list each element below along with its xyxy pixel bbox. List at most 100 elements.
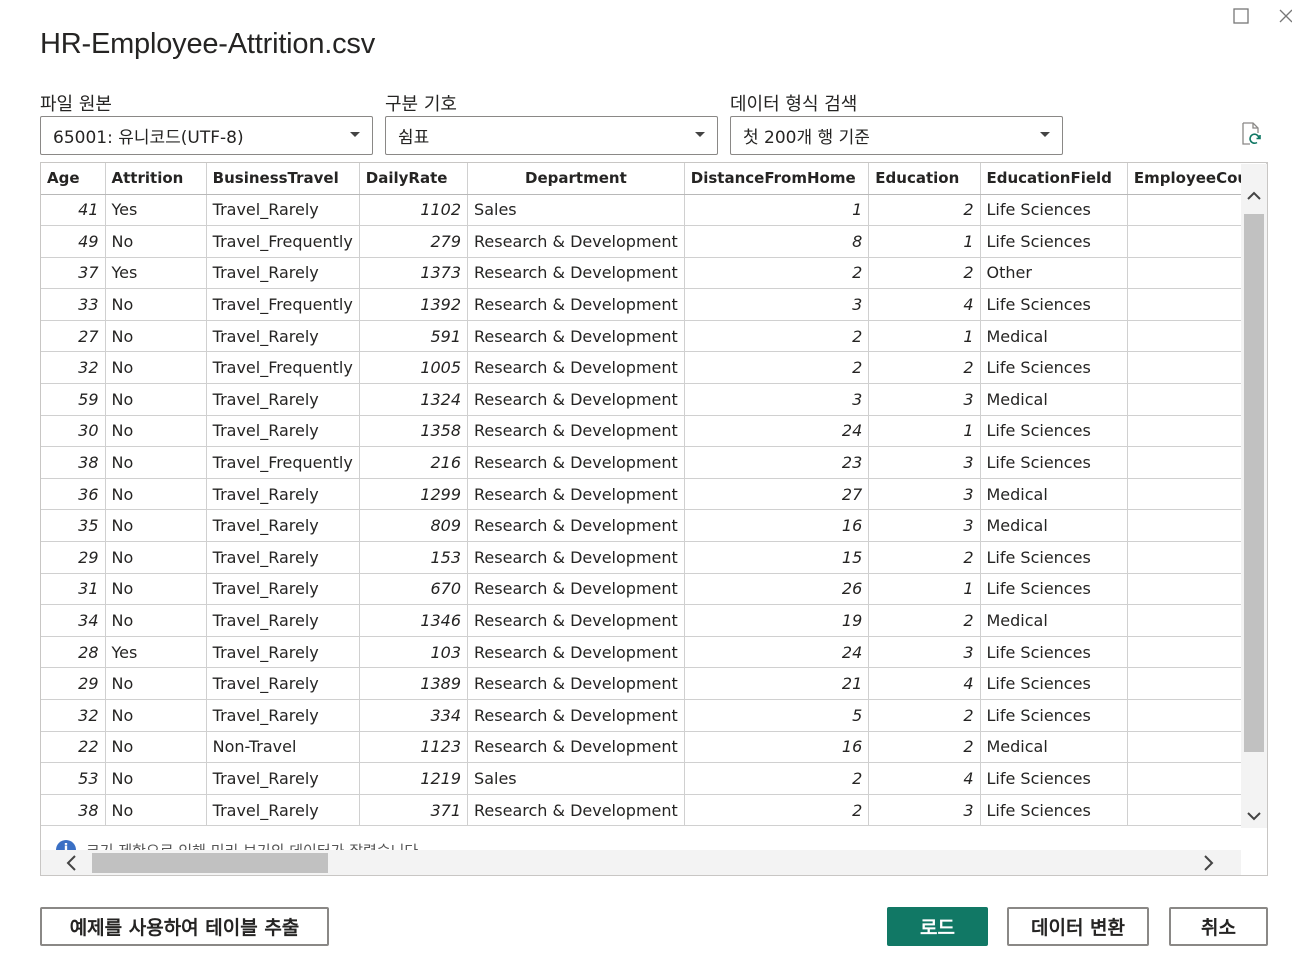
vertical-scrollbar[interactable] — [1241, 164, 1267, 828]
table-cell: Travel_Rarely — [206, 415, 360, 448]
table-row: 35 No Travel_Rarely 809 Research & Developme… — [41, 509, 1267, 543]
table-cell: 22 — [41, 731, 106, 764]
scroll-down-icon[interactable] — [1246, 808, 1262, 824]
type-detection-label: 데이터 형식 검색 — [730, 94, 858, 115]
table-cell: 34 — [41, 604, 106, 637]
table-cell: No — [105, 762, 207, 795]
table-cell: 41 — [41, 194, 106, 227]
table-cell: 2 — [684, 794, 870, 827]
table-cell: No — [105, 573, 207, 606]
table-cell: Travel_Rarely — [206, 667, 360, 700]
table-cell: Research & Development — [467, 288, 685, 321]
table-cell: Research & Development — [467, 415, 685, 448]
file-origin-label: 파일 원본 — [40, 94, 112, 115]
table-cell: Travel_Frequently — [206, 288, 360, 321]
table-cell: 30 — [41, 415, 106, 448]
delimiter-select[interactable]: 쉼표 — [385, 116, 718, 155]
table-cell: Research & Development — [467, 541, 685, 574]
table-cell: Travel_Rarely — [206, 794, 360, 827]
cancel-button[interactable]: 취소 — [1169, 907, 1268, 946]
table-cell: 26 — [684, 573, 870, 606]
table-cell: Research & Development — [467, 383, 685, 416]
table-cell: 1005 — [359, 351, 469, 385]
column-header[interactable]: Age — [41, 163, 106, 195]
column-header[interactable]: Department — [467, 163, 685, 195]
vertical-scroll-thumb[interactable] — [1244, 214, 1264, 752]
table-cell: Travel_Rarely — [206, 699, 360, 732]
table-cell: 1 — [868, 320, 981, 353]
table-cell: 1346 — [359, 604, 469, 637]
table-cell: No — [105, 351, 207, 385]
horizontal-scroll-thumb[interactable] — [92, 853, 328, 873]
table-cell: Life Sciences — [980, 573, 1128, 606]
table-header-row: Age Attrition BusinessTravel DailyRate Depar… — [41, 163, 1267, 195]
table-cell: 5 — [684, 699, 870, 732]
table-cell: Travel_Rarely — [206, 383, 360, 416]
table-cell: 28 — [41, 636, 106, 669]
table-row: 29 No Travel_Rarely 153 Research & Developme… — [41, 541, 1267, 574]
table-cell: Life Sciences — [980, 446, 1128, 479]
table-cell: Travel_Rarely — [206, 604, 360, 637]
table-cell: Medical — [980, 383, 1128, 416]
maximize-icon[interactable] — [1229, 4, 1253, 28]
load-button[interactable]: 로드 — [887, 907, 988, 946]
scroll-right-icon[interactable] — [1199, 854, 1217, 872]
table-cell: No — [105, 509, 207, 543]
table-cell: No — [105, 541, 207, 574]
table-cell: Life Sciences — [980, 699, 1128, 732]
table-cell: 216 — [359, 446, 469, 479]
refresh-icon[interactable] — [1238, 121, 1264, 147]
table-cell: 27 — [41, 320, 106, 353]
table-cell: Travel_Frequently — [206, 351, 360, 385]
table-cell: 3 — [868, 794, 981, 827]
scroll-left-icon[interactable] — [63, 854, 81, 872]
table-cell: Travel_Rarely — [206, 636, 360, 669]
table-cell: 27 — [684, 478, 870, 511]
table-row: 34 No Travel_Rarely 1346 Research & Developm… — [41, 604, 1267, 637]
table-cell: Travel_Rarely — [206, 257, 360, 290]
table-cell: 33 — [41, 288, 106, 321]
file-origin-select[interactable]: 65001: 유니코드(UTF-8) — [40, 116, 373, 155]
column-header[interactable]: DailyRate — [359, 163, 469, 195]
data-preview-grid[interactable]: Age Attrition BusinessTravel DailyRate Depar… — [40, 162, 1268, 876]
delimiter-label: 구분 기호 — [385, 94, 457, 115]
table-cell: 3 — [868, 509, 981, 543]
extract-table-button[interactable]: 예제를 사용하여 테이블 추출 — [40, 907, 329, 946]
transform-data-button[interactable]: 데이터 변환 — [1007, 907, 1149, 946]
column-header[interactable]: EducationField — [980, 163, 1128, 195]
table-cell: Research & Development — [467, 731, 685, 764]
table-cell: No — [105, 794, 207, 827]
table-cell: Life Sciences — [980, 225, 1128, 258]
column-header[interactable]: Education — [868, 163, 981, 195]
table-cell: 16 — [684, 731, 870, 764]
table-cell: 53 — [41, 762, 106, 795]
table-cell: 1219 — [359, 762, 469, 795]
file-origin-value: 65001: 유니코드(UTF-8) — [53, 128, 244, 148]
delimiter-value: 쉼표 — [398, 128, 430, 148]
table-cell: 2 — [868, 351, 981, 385]
table-body: 41 Yes Travel_Rarely 1102 Sales 1 2 Life Scienc… — [41, 194, 1267, 827]
table-cell: Travel_Rarely — [206, 320, 360, 353]
chevron-down-icon — [695, 132, 705, 137]
table-cell: No — [105, 667, 207, 700]
horizontal-scrollbar[interactable] — [41, 850, 1241, 875]
table-cell: 1 — [684, 194, 870, 227]
table-row: 29 No Travel_Rarely 1389 Research & Developm… — [41, 667, 1267, 700]
type-detection-select[interactable]: 첫 200개 행 기준 — [730, 116, 1063, 155]
column-header[interactable]: DistanceFromHome — [684, 163, 870, 195]
close-icon[interactable] — [1274, 4, 1292, 28]
table-cell: 2 — [868, 699, 981, 732]
table-cell: Research & Development — [467, 604, 685, 637]
table-cell: Life Sciences — [980, 636, 1128, 669]
table-cell: 31 — [41, 573, 106, 606]
table-cell: Yes — [105, 194, 207, 227]
scroll-up-icon[interactable] — [1246, 188, 1262, 204]
table-cell: Research & Development — [467, 351, 685, 385]
table-cell: 24 — [684, 415, 870, 448]
table-cell: 16 — [684, 509, 870, 543]
table-cell: Non-Travel — [206, 731, 360, 764]
column-header[interactable]: Attrition — [105, 163, 207, 195]
column-header[interactable]: BusinessTravel — [206, 163, 360, 195]
table-cell: 29 — [41, 541, 106, 574]
table-cell: Life Sciences — [980, 541, 1128, 574]
